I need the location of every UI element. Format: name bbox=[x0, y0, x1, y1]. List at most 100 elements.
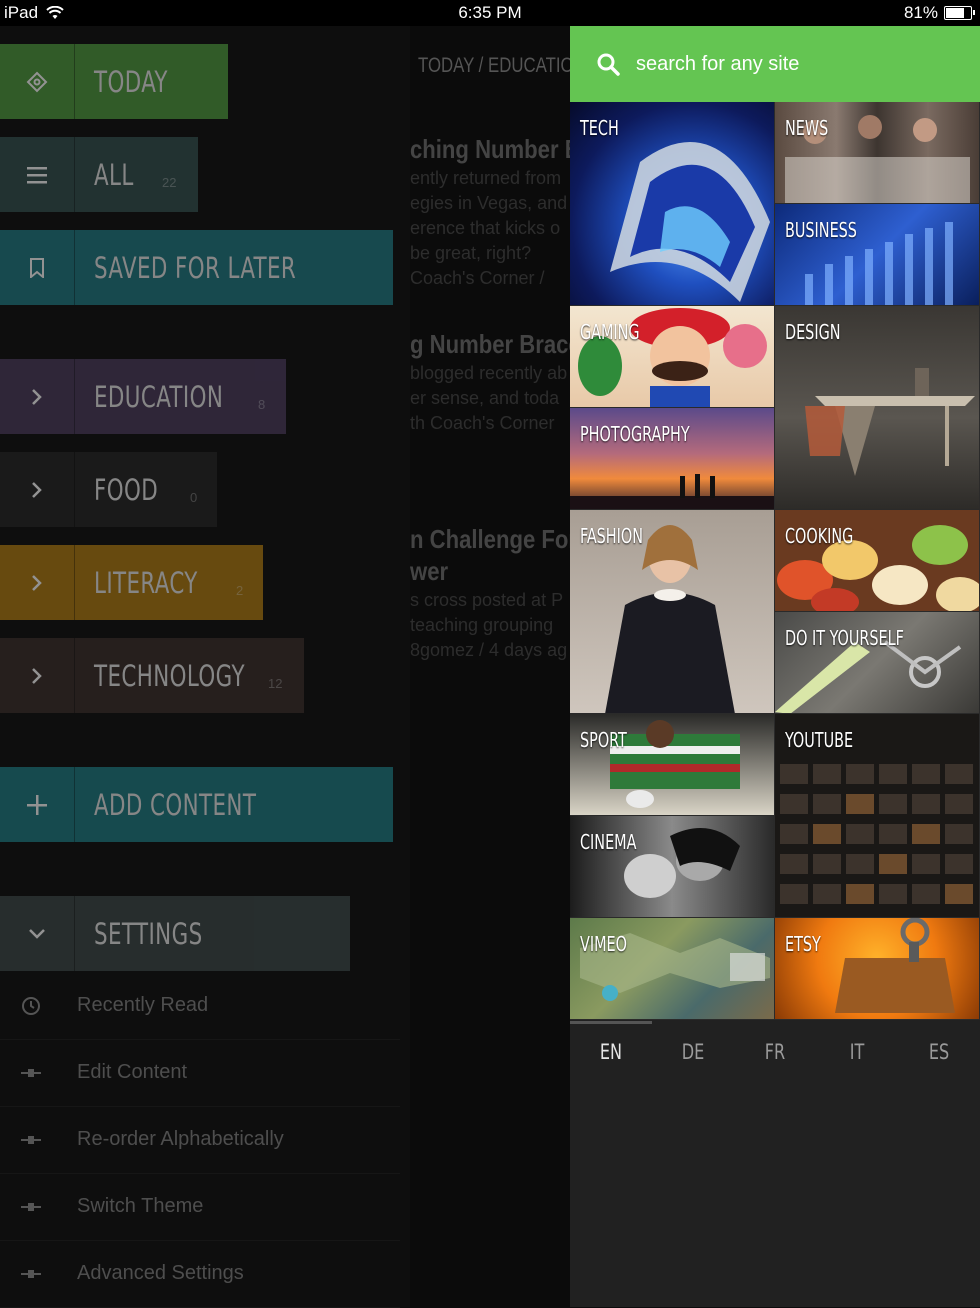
nav-count: 2 bbox=[236, 583, 244, 598]
settings-recently-read[interactable]: Recently Read bbox=[0, 972, 400, 1040]
settings-item-label: Re-order Alphabetically bbox=[77, 1128, 284, 1150]
tile-label: Photography bbox=[580, 422, 690, 446]
article-excerpt-line: s cross posted at P bbox=[410, 590, 564, 610]
nav-item-settings[interactable]: Settings bbox=[0, 896, 350, 971]
language-es[interactable]: ES bbox=[904, 1034, 974, 1074]
tile-label: Fashion bbox=[580, 524, 643, 548]
category-tile-photography[interactable]: Photography bbox=[570, 408, 775, 510]
search-icon bbox=[597, 53, 620, 76]
article-excerpt-line: ently returned from bbox=[410, 168, 562, 188]
status-bar: iPad 6:35 PM 81% bbox=[0, 0, 980, 26]
category-tile-tech[interactable]: Tech bbox=[570, 102, 775, 306]
nav-item-add-content[interactable]: Add content bbox=[0, 767, 393, 842]
nav-label: Technology bbox=[94, 658, 245, 693]
nav-count: 0 bbox=[190, 490, 198, 505]
article-excerpt-line: th Coach's Corner bbox=[410, 413, 555, 433]
language-de[interactable]: DE bbox=[658, 1034, 728, 1074]
battery-percent: 81% bbox=[903, 3, 938, 22]
article-excerpt-line: blogged recently ab bbox=[410, 363, 568, 383]
tile-label: Gaming bbox=[580, 320, 640, 344]
nav-item-saved-for-later[interactable]: Saved for later bbox=[0, 230, 393, 305]
chevron-right-icon bbox=[0, 452, 75, 527]
nav-item-literacy[interactable]: Literacy 2 bbox=[0, 545, 263, 620]
nav-label: Education bbox=[94, 379, 224, 414]
language-selector: EN DE FR IT ES bbox=[570, 1034, 980, 1074]
settings-advanced-settings[interactable]: Advanced Settings bbox=[0, 1240, 400, 1308]
article-title[interactable]: g Number Brace bbox=[410, 329, 570, 360]
article-title[interactable]: n Challenge For bbox=[410, 524, 570, 555]
nav-label: Saved for later bbox=[94, 250, 297, 285]
category-tile-do-it-yourself[interactable]: Do it yourself bbox=[775, 612, 980, 714]
nav-drawer: Today All 22 Saved for later Education 8… bbox=[0, 26, 410, 1308]
category-tile-cooking[interactable]: Cooking bbox=[775, 510, 980, 612]
category-tile-etsy[interactable]: Etsy bbox=[775, 918, 980, 1020]
category-tile-vimeo[interactable]: Vimeo bbox=[570, 918, 775, 1020]
slider-icon bbox=[0, 1269, 62, 1279]
category-tile-design[interactable]: Design bbox=[775, 306, 980, 510]
nav-label: Today bbox=[94, 64, 168, 99]
settings-switch-theme[interactable]: Switch Theme bbox=[0, 1173, 400, 1241]
chevron-right-icon bbox=[0, 359, 75, 434]
clock: 6:35 PM bbox=[458, 3, 522, 22]
slider-icon bbox=[0, 1135, 62, 1145]
category-tile-cinema[interactable]: Cinema bbox=[570, 816, 775, 918]
battery-icon bbox=[944, 6, 975, 20]
nav-count: 8 bbox=[258, 397, 266, 412]
tile-label: YouTube bbox=[785, 728, 854, 752]
settings-item-label: Edit Content bbox=[77, 1061, 188, 1083]
article-title-line-2[interactable]: wer bbox=[410, 556, 448, 587]
tile-label: Design bbox=[785, 320, 841, 344]
nav-label: Literacy bbox=[94, 565, 198, 600]
tile-label: News bbox=[785, 116, 829, 140]
settings-item-label: Recently Read bbox=[77, 994, 209, 1016]
chevron-right-icon bbox=[0, 545, 75, 620]
nav-label: Add content bbox=[94, 787, 257, 822]
language-fr[interactable]: FR bbox=[740, 1034, 810, 1074]
category-tile-youtube[interactable]: YouTube bbox=[775, 714, 980, 918]
article-excerpt-line: er sense, and toda bbox=[410, 388, 560, 408]
nav-count: 22 bbox=[162, 175, 177, 190]
clock-icon bbox=[0, 996, 62, 1016]
nav-item-food[interactable]: Food 0 bbox=[0, 452, 217, 527]
search-input[interactable]: search for any site bbox=[636, 53, 799, 76]
article-title[interactable]: ching Number Bo bbox=[410, 134, 570, 165]
nav-item-today[interactable]: Today bbox=[0, 44, 228, 119]
slider-icon bbox=[0, 1068, 62, 1078]
category-tile-news[interactable]: News bbox=[775, 102, 980, 204]
tile-label: Cooking bbox=[785, 524, 854, 548]
tiles-scrollbar[interactable] bbox=[570, 1021, 652, 1024]
menu-icon bbox=[0, 137, 75, 212]
article-excerpt-line: be great, right? bbox=[410, 243, 532, 263]
settings-item-label: Advanced Settings bbox=[77, 1262, 244, 1284]
nav-item-all[interactable]: All 22 bbox=[0, 137, 198, 212]
search-bar[interactable]: search for any site bbox=[570, 26, 980, 102]
article-excerpt-line: 8gomez / 4 days ag bbox=[410, 640, 568, 660]
slider-icon bbox=[0, 1202, 62, 1212]
settings-edit-content[interactable]: Edit Content bbox=[0, 1039, 400, 1107]
chevron-down-icon bbox=[0, 896, 75, 971]
nav-count: 12 bbox=[268, 676, 283, 691]
breadcrumb: TODAY / EDUCATION bbox=[418, 54, 570, 77]
category-tile-sport[interactable]: Sport bbox=[570, 714, 775, 816]
article-excerpt-line: Coach's Corner / bbox=[410, 268, 545, 288]
tile-label: Business bbox=[785, 218, 857, 242]
plus-icon bbox=[0, 767, 75, 842]
tile-label: Tech bbox=[580, 116, 619, 140]
category-tile-business[interactable]: Business bbox=[775, 204, 980, 306]
tag-icon bbox=[0, 44, 75, 119]
language-it[interactable]: IT bbox=[822, 1034, 892, 1074]
bookmark-icon bbox=[0, 230, 75, 305]
article-excerpt-line: teaching grouping bbox=[410, 615, 554, 635]
settings-reorder-alphabetically[interactable]: Re-order Alphabetically bbox=[0, 1106, 400, 1174]
category-tile-fashion[interactable]: Fashion bbox=[570, 510, 775, 714]
tile-label: Etsy bbox=[785, 932, 821, 956]
article-list-peek: TODAY / EDUCATION ching Number Bo ently … bbox=[410, 26, 570, 1307]
language-en[interactable]: EN bbox=[576, 1034, 646, 1074]
tile-label: Vimeo bbox=[580, 932, 627, 956]
nav-label: All bbox=[94, 157, 134, 192]
nav-item-technology[interactable]: Technology 12 bbox=[0, 638, 304, 713]
category-tile-gaming[interactable]: Gaming bbox=[570, 306, 775, 408]
tile-label: Cinema bbox=[580, 830, 637, 854]
tile-label: Sport bbox=[580, 728, 627, 752]
nav-item-education[interactable]: Education 8 bbox=[0, 359, 286, 434]
